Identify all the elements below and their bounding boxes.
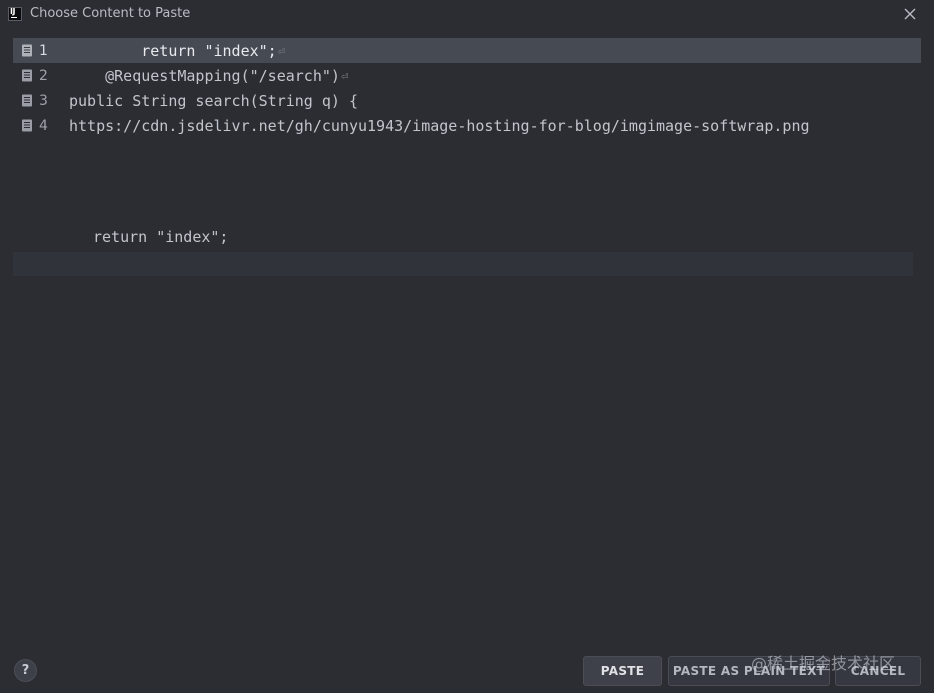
clipboard-item-1[interactable]: 1 return "index"; ⏎ (13, 38, 921, 63)
document-icon (22, 119, 32, 132)
document-icon (22, 44, 32, 57)
title-bar: IJ Choose Content to Paste (0, 0, 934, 30)
document-icon (22, 69, 32, 82)
item-text: https://cdn.jsdelivr.net/gh/cunyu1943/im… (69, 116, 810, 135)
dialog-title: Choose Content to Paste (30, 6, 191, 21)
preview-editor[interactable]: return "index"; (13, 212, 913, 276)
item-number: 3 (39, 92, 48, 109)
help-button[interactable]: ? (14, 659, 37, 682)
paste-as-plain-text-button[interactable]: PASTE AS PLAIN TEXT (668, 656, 830, 686)
preview-code: return "index"; (93, 228, 229, 246)
clipboard-history-list[interactable]: 1 return "index"; ⏎ 2 @RequestMapping("/… (13, 38, 921, 138)
clipboard-item-2[interactable]: 2 @RequestMapping("/search") ⏎ (13, 63, 921, 88)
intellij-app-icon: IJ (8, 7, 22, 21)
item-text: return "index"; (69, 41, 277, 60)
line-break-icon: ⏎ (340, 68, 349, 83)
item-text: @RequestMapping("/search") (69, 66, 340, 85)
caret-line-highlight (13, 252, 913, 276)
clipboard-item-4[interactable]: 4 https://cdn.jsdelivr.net/gh/cunyu1943/… (13, 113, 921, 138)
clipboard-item-3[interactable]: 3 public String search(String q) { (13, 88, 921, 113)
close-icon[interactable] (904, 8, 916, 20)
cancel-button[interactable]: CANCEL (835, 656, 921, 686)
item-number: 2 (39, 67, 48, 84)
item-number: 1 (39, 42, 48, 59)
item-text: public String search(String q) { (69, 91, 358, 110)
line-break-icon: ⏎ (277, 43, 285, 58)
item-number: 4 (39, 117, 48, 134)
document-icon (22, 94, 32, 107)
paste-button[interactable]: PASTE (583, 656, 662, 686)
close-button[interactable] (900, 4, 920, 24)
